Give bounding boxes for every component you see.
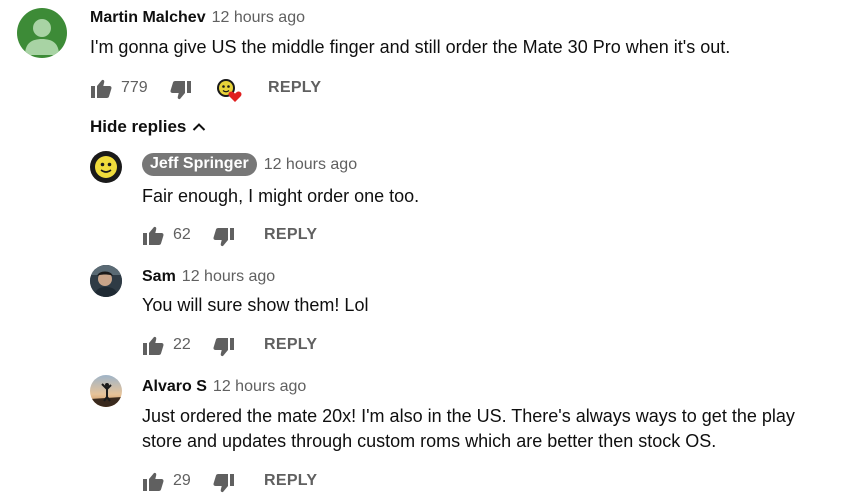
reply-button[interactable]: REPLY (268, 79, 321, 97)
reply-header: Jeff Springer 12 hours ago (142, 153, 357, 176)
hide-replies-button[interactable]: Hide replies (90, 117, 206, 137)
reply-button[interactable]: REPLY (264, 226, 317, 244)
person-photo-avatar (90, 265, 122, 297)
like-count: 779 (121, 79, 148, 96)
thumbs-up-icon[interactable] (142, 472, 164, 492)
reply-actions: 29 REPLY (142, 470, 402, 494)
hide-replies-label: Hide replies (90, 117, 187, 136)
reply-text: Fair enough, I might order one too. (142, 186, 420, 206)
comment-timestamp[interactable]: 12 hours ago (212, 9, 305, 27)
reply-header: Alvaro S 12 hours ago (142, 378, 306, 396)
thumbs-up-icon[interactable] (142, 226, 164, 246)
reply-actions: 22 REPLY (142, 334, 402, 358)
thumbs-down-icon[interactable] (170, 80, 192, 100)
avatar[interactable] (90, 151, 122, 183)
comment-header: Martin Malchev 12 hours ago (90, 9, 305, 27)
reply-header: Sam 12 hours ago (142, 268, 275, 286)
like-count: 29 (173, 472, 191, 489)
chevron-up-icon (193, 123, 206, 131)
reply-actions: 62 REPLY (142, 224, 402, 248)
creator-author-badge[interactable]: Jeff Springer (142, 153, 257, 176)
reply-text-line-1: Just ordered the mate 20x! I'm also in t… (142, 406, 795, 426)
comment-text: I'm gonna give US the middle finger and … (90, 37, 731, 57)
avatar[interactable] (90, 265, 122, 297)
thumbs-up-icon[interactable] (142, 336, 164, 356)
reply-text: You will sure show them! Lol (142, 295, 369, 315)
avatar[interactable] (17, 8, 67, 58)
like-count: 62 (173, 226, 191, 243)
thumbs-down-icon[interactable] (213, 227, 235, 247)
comment-author[interactable]: Martin Malchev (90, 9, 206, 27)
user-silhouette-icon (25, 19, 59, 55)
comment-actions: 779 REPLY (90, 77, 390, 103)
avatar[interactable] (90, 375, 122, 407)
reply-button[interactable]: REPLY (264, 336, 317, 354)
reply-button[interactable]: REPLY (264, 472, 317, 490)
reply-timestamp[interactable]: 12 hours ago (264, 156, 357, 174)
reply-author[interactable]: Alvaro S (142, 378, 207, 396)
reply-timestamp[interactable]: 12 hours ago (213, 378, 306, 396)
thumbs-up-icon[interactable] (90, 79, 112, 99)
smiley-avatar-icon (95, 156, 117, 178)
reply-text-line-2: store and updates through custom roms wh… (142, 431, 717, 451)
creator-heart-icon (215, 77, 243, 103)
sunset-photo-avatar (90, 375, 122, 407)
reply-author[interactable]: Sam (142, 268, 176, 286)
thumbs-down-icon[interactable] (213, 473, 235, 493)
thumbs-down-icon[interactable] (213, 337, 235, 357)
like-count: 22 (173, 336, 191, 353)
reply-timestamp[interactable]: 12 hours ago (182, 268, 275, 286)
